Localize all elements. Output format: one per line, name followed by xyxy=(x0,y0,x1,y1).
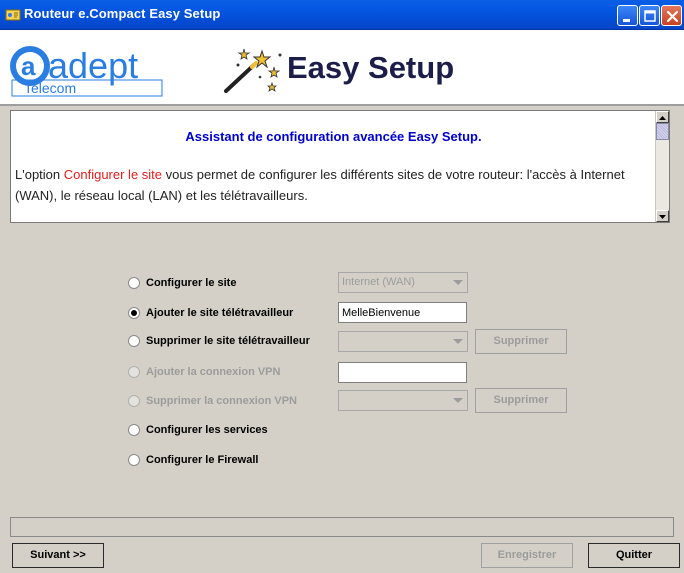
delete-teleworker-button[interactable]: Supprimer xyxy=(475,329,567,354)
radio-delete-teleworker[interactable] xyxy=(128,335,140,347)
option-configure-services[interactable]: Configurer les services xyxy=(128,421,268,439)
radio-add-vpn[interactable] xyxy=(128,366,140,378)
info-scrollbar[interactable] xyxy=(655,111,669,222)
banner-title: Easy Setup xyxy=(287,50,455,85)
scroll-down-button[interactable] xyxy=(656,210,669,222)
option-label: Ajouter la connexion VPN xyxy=(146,366,281,378)
adept-telecom-logo: a adept Telecom xyxy=(10,45,163,97)
option-configure-firewall[interactable]: Configurer le Firewall xyxy=(128,451,258,469)
radio-configure-firewall[interactable] xyxy=(128,454,140,466)
vpn-name-input[interactable] xyxy=(338,362,467,383)
option-label: Configurer le site xyxy=(146,277,237,289)
vpn-select-combo[interactable] xyxy=(338,390,468,411)
arrow-up-icon xyxy=(659,116,666,120)
minimize-icon xyxy=(623,19,630,22)
scroll-up-button[interactable] xyxy=(656,111,669,123)
chevron-down-icon xyxy=(453,280,463,285)
radio-delete-vpn[interactable] xyxy=(128,395,140,407)
option-add-teleworker[interactable]: Ajouter le site télétravailleur xyxy=(128,304,293,322)
option-label: Ajouter le site télétravailleur xyxy=(146,307,294,319)
radio-configure-services[interactable] xyxy=(128,424,140,436)
chevron-down-icon xyxy=(453,339,463,344)
minimize-button[interactable] xyxy=(617,5,638,26)
close-button[interactable] xyxy=(661,5,682,26)
svg-text:a: a xyxy=(21,51,36,81)
site-type-combo[interactable]: Internet (WAN) xyxy=(338,272,468,293)
header-banner: a adept Telecom Easy Setup xyxy=(0,30,684,105)
magic-wand-icon xyxy=(224,48,282,93)
option-add-vpn[interactable]: Ajouter la connexion VPN xyxy=(128,363,280,381)
arrow-down-icon xyxy=(659,215,666,219)
chevron-down-icon xyxy=(453,398,463,403)
save-button[interactable]: Enregistrer xyxy=(481,543,573,568)
option-label: Supprimer le site télétravailleur xyxy=(146,335,310,347)
maximize-button[interactable] xyxy=(639,5,660,26)
info-text-highlight: Configurer le site xyxy=(63,167,163,182)
window-title: Routeur e.Compact Easy Setup xyxy=(24,6,221,21)
quit-button[interactable]: Quitter xyxy=(588,543,680,568)
option-configure-site[interactable]: Configurer le site xyxy=(128,274,236,292)
next-button[interactable]: Suivant >> xyxy=(12,543,104,568)
scroll-thumb[interactable] xyxy=(656,123,669,140)
option-delete-teleworker[interactable]: Supprimer le site télétravailleur xyxy=(128,332,310,350)
close-icon xyxy=(666,10,679,23)
title-bar: Routeur e.Compact Easy Setup xyxy=(0,0,684,30)
radio-add-teleworker[interactable] xyxy=(128,307,140,319)
delete-vpn-button[interactable]: Supprimer xyxy=(475,388,567,413)
teleworker-name-input[interactable] xyxy=(338,302,467,323)
option-delete-vpn[interactable]: Supprimer la connexion VPN xyxy=(128,392,297,410)
option-label: Supprimer la connexion VPN xyxy=(146,395,297,407)
option-label: Configurer les services xyxy=(146,424,268,436)
maximize-icon xyxy=(644,10,656,22)
info-text: L'option Configurer le site vous permet … xyxy=(15,164,645,206)
teleworker-select-combo[interactable] xyxy=(338,331,468,352)
option-label: Configurer le Firewall xyxy=(146,454,259,466)
info-panel: Assistant de configuration avancée Easy … xyxy=(10,110,670,223)
radio-configure-site[interactable] xyxy=(128,277,140,289)
info-text-prefix: L'option xyxy=(15,167,64,182)
logo-sub-text: Telecom xyxy=(24,80,76,96)
site-type-value: Internet (WAN) xyxy=(342,276,415,288)
banner-divider xyxy=(0,104,684,106)
app-icon[interactable] xyxy=(5,7,21,23)
status-bar xyxy=(10,517,674,537)
info-heading: Assistant de configuration avancée Easy … xyxy=(185,129,482,144)
